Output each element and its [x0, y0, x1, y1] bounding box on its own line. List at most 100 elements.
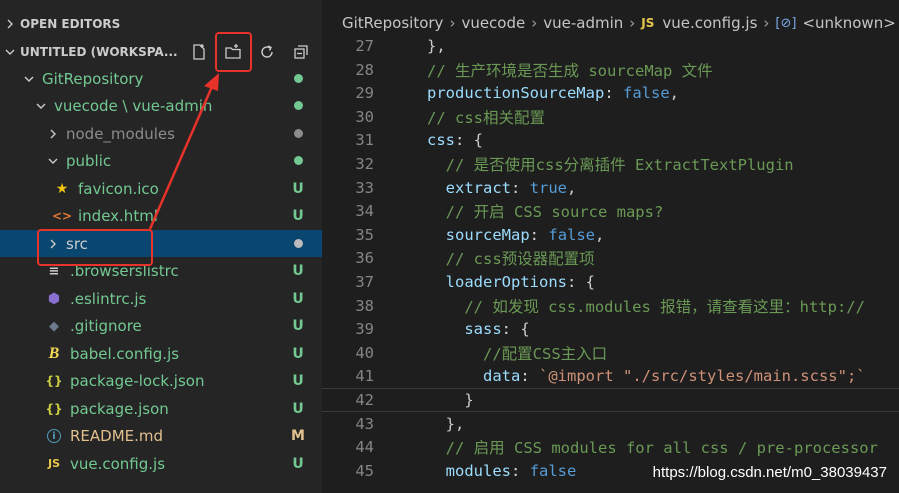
tree-item[interactable]: i README.md M — [0, 423, 322, 450]
code-text: productionSourceMap: false, — [427, 84, 680, 103]
line-number: 44 — [355, 438, 374, 457]
refresh-explorer-button[interactable] — [254, 41, 280, 63]
info-icon: i — [46, 429, 62, 443]
git-icon: ◆ — [49, 318, 59, 334]
code-line[interactable]: 31 css: { — [322, 128, 899, 152]
code-line[interactable]: 38 // 如发现 css.modules 报错，请查看这里：http:// — [322, 294, 899, 318]
code-text: // css预设器配置项 — [445, 250, 595, 269]
breadcrumb-symbol[interactable]: <unknown> — [802, 14, 895, 32]
tree-item[interactable]: vuecode \ vue-admin — [0, 93, 322, 120]
line-number: 29 — [355, 84, 374, 103]
line-number: 34 — [355, 202, 374, 221]
chevron-right-icon: › — [763, 14, 770, 32]
code-editor[interactable]: 27}, 28 // 生产环境是否生成 sourceMap 文件 29 producti… — [322, 34, 899, 493]
code-line[interactable]: 27}, — [322, 34, 899, 58]
tree-item[interactable]: <> index.html U — [0, 203, 322, 230]
explorer-sidebar: OPEN EDITORS UNTITLED (WORKSPA... GitRep… — [0, 0, 322, 493]
workspace-label: UNTITLED (WORKSPA... — [20, 45, 178, 59]
open-editors-header[interactable]: OPEN EDITORS — [0, 13, 322, 35]
git-status-badge: U — [292, 455, 304, 472]
git-status-badge: U — [292, 345, 304, 362]
line-number: 27 — [355, 37, 374, 55]
code-line[interactable]: 42 } — [322, 388, 899, 412]
code-text: sass: { — [464, 320, 530, 339]
tree-item[interactable]: {} package.json U — [0, 395, 322, 422]
git-status-badge: U — [292, 318, 304, 334]
code-line[interactable]: 32 // 是否使用css分离插件 ExtractTextPlugin — [322, 152, 899, 176]
code-text: modules: false — [445, 461, 577, 480]
new-folder-button[interactable] — [220, 41, 246, 63]
tree-item[interactable]: ⬢ .eslintrc.js U — [0, 285, 322, 312]
git-status-badge — [288, 153, 308, 169]
html-icon: <> — [51, 209, 73, 223]
tree-item-label: README.md — [70, 427, 164, 445]
tree-item[interactable]: public — [0, 148, 322, 175]
tree-item-label: src — [66, 234, 88, 253]
git-status-badge: U — [292, 290, 304, 307]
tree-item-label: vue.config.js — [70, 454, 166, 473]
chevron-down-icon — [22, 74, 36, 84]
code-line[interactable]: 41 data: `@import "./src/styles/main.scs… — [322, 364, 899, 388]
code-text: }, — [427, 414, 465, 433]
line-number: 30 — [355, 107, 374, 126]
open-editors-label: OPEN EDITORS — [20, 17, 121, 31]
tree-item-label: vuecode \ vue-admin — [54, 97, 213, 115]
tree-item[interactable]: GitRepository — [0, 65, 322, 92]
new-file-button[interactable] — [186, 41, 212, 63]
code-line[interactable]: 43 }, — [322, 412, 899, 436]
tree-item[interactable]: ★ favicon.ico U — [0, 175, 322, 202]
git-status-badge — [288, 126, 308, 142]
code-line[interactable]: 40 //配置CSS主入口 — [322, 341, 899, 365]
code-line[interactable]: 28 // 生产环境是否生成 sourceMap 文件 — [322, 58, 899, 82]
breadcrumb-item[interactable]: GitRepository — [342, 14, 443, 32]
tree-item[interactable]: ◆ .gitignore U — [0, 313, 322, 340]
chevron-down-icon — [46, 156, 60, 166]
tree-item-label: .browserslistrc — [70, 262, 179, 280]
code-line[interactable]: 35 sourceMap: false, — [322, 223, 899, 247]
tree-item-label: package-lock.json — [70, 372, 205, 390]
code-line[interactable]: 36 // css预设器配置项 — [322, 246, 899, 270]
code-line[interactable]: 37 loaderOptions: { — [322, 270, 899, 294]
workspace-header[interactable]: UNTITLED (WORKSPA... — [0, 41, 322, 63]
code-line[interactable]: 29 productionSourceMap: false, — [322, 81, 899, 105]
tree-item[interactable]: {} package-lock.json U — [0, 368, 322, 395]
code-line[interactable]: 34 // 开启 CSS source maps? — [322, 199, 899, 223]
code-line[interactable]: 44 // 启用 CSS modules for all css / pre-p… — [322, 435, 899, 459]
tree-item[interactable]: node_modules — [0, 120, 322, 147]
breadcrumb-file[interactable]: vue.config.js — [662, 14, 757, 32]
code-text: css: { — [427, 131, 484, 150]
watermark-text: https://blog.csdn.net/m0_38039437 — [650, 464, 889, 481]
code-line[interactable]: 33 extract: true, — [322, 176, 899, 200]
line-number: 33 — [355, 178, 374, 197]
breadcrumb-item[interactable]: vuecode — [461, 14, 525, 32]
git-status-badge — [288, 98, 308, 114]
babel-icon: B — [48, 344, 60, 362]
git-status-badge: U — [292, 180, 304, 197]
code-text: }, — [427, 37, 446, 55]
code-text: //配置CSS主入口 — [483, 344, 608, 363]
git-status-badge — [288, 236, 308, 252]
code-line[interactable]: 30 // css相关配置 — [322, 105, 899, 129]
breadcrumb-item[interactable]: vue-admin — [543, 14, 623, 32]
tree-item-label: package.json — [70, 399, 169, 418]
json-icon: {} — [45, 401, 63, 416]
tree-item[interactable]: JS vue.config.js U — [0, 450, 322, 477]
line-number: 43 — [355, 414, 374, 433]
line-number: 35 — [355, 225, 374, 244]
tree-item-label: babel.config.js — [70, 344, 180, 363]
code-text: sourceMap: false, — [445, 225, 605, 244]
tree-item[interactable]: Bbabel.config.js U — [0, 340, 322, 367]
collapse-folders-button[interactable] — [288, 41, 314, 63]
json-icon: {} — [45, 374, 63, 388]
tree-item[interactable]: ≡ .browserslistrc U — [0, 258, 322, 285]
js-file-icon: JS — [641, 16, 655, 30]
tree-item[interactable]: src — [0, 230, 322, 257]
code-text: extract: true, — [445, 178, 577, 197]
line-number: 40 — [355, 343, 374, 362]
git-status-badge: U — [292, 373, 304, 389]
tree-item-label: .gitignore — [70, 317, 142, 335]
git-status-badge — [288, 71, 308, 87]
code-line[interactable]: 39 sass: { — [322, 317, 899, 341]
collapse-all-icon — [294, 45, 308, 59]
chevron-right-icon — [46, 239, 60, 249]
